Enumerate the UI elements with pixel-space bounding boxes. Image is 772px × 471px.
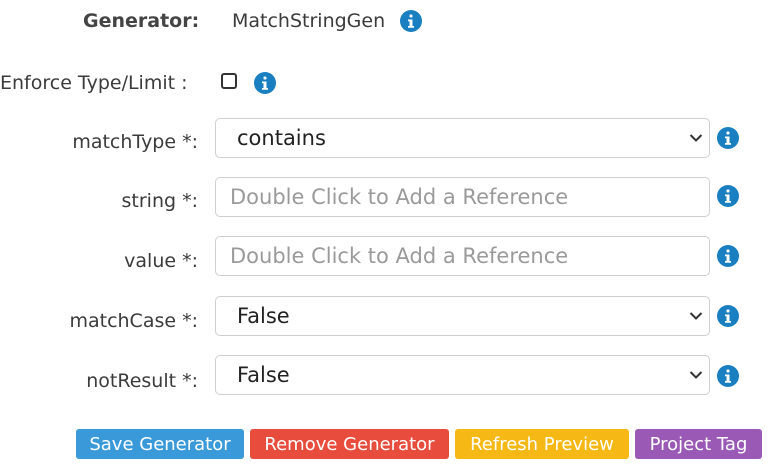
- info-icon[interactable]: [717, 365, 739, 387]
- refresh-preview-button[interactable]: Refresh Preview: [455, 429, 629, 459]
- string-placeholder: Double Click to Add a Reference: [230, 185, 569, 209]
- info-icon[interactable]: [400, 10, 422, 32]
- info-icon[interactable]: [717, 305, 739, 327]
- match-case-value: False: [237, 304, 290, 328]
- generator-name: MatchStringGen: [232, 10, 386, 32]
- not-result-select[interactable]: False: [215, 355, 710, 395]
- chevron-down-icon: [689, 134, 703, 142]
- match-type-select[interactable]: contains: [215, 118, 710, 158]
- info-icon[interactable]: [254, 72, 276, 94]
- generator-label: Generator:: [83, 10, 200, 32]
- string-label: string *:: [121, 190, 198, 212]
- not-result-label: notResult *:: [86, 370, 198, 392]
- chevron-down-icon: [689, 371, 703, 379]
- save-generator-button[interactable]: Save Generator: [76, 429, 244, 459]
- value-input[interactable]: Double Click to Add a Reference: [215, 236, 710, 276]
- value-placeholder: Double Click to Add a Reference: [230, 244, 569, 268]
- remove-generator-button[interactable]: Remove Generator: [250, 429, 449, 459]
- not-result-value: False: [237, 363, 290, 387]
- match-type-label: matchType *:: [72, 131, 198, 153]
- string-input[interactable]: Double Click to Add a Reference: [215, 177, 710, 217]
- match-type-value: contains: [237, 126, 326, 150]
- match-case-label: matchCase *:: [69, 310, 198, 332]
- project-tag-button[interactable]: Project Tag: [635, 429, 762, 459]
- info-icon[interactable]: [717, 245, 739, 267]
- enforce-type-label: Enforce Type/Limit :: [0, 72, 188, 94]
- info-icon[interactable]: [717, 185, 739, 207]
- chevron-down-icon: [689, 312, 703, 320]
- enforce-type-checkbox[interactable]: [221, 73, 237, 89]
- value-label: value *:: [124, 250, 198, 272]
- match-case-select[interactable]: False: [215, 296, 710, 336]
- info-icon[interactable]: [717, 127, 739, 149]
